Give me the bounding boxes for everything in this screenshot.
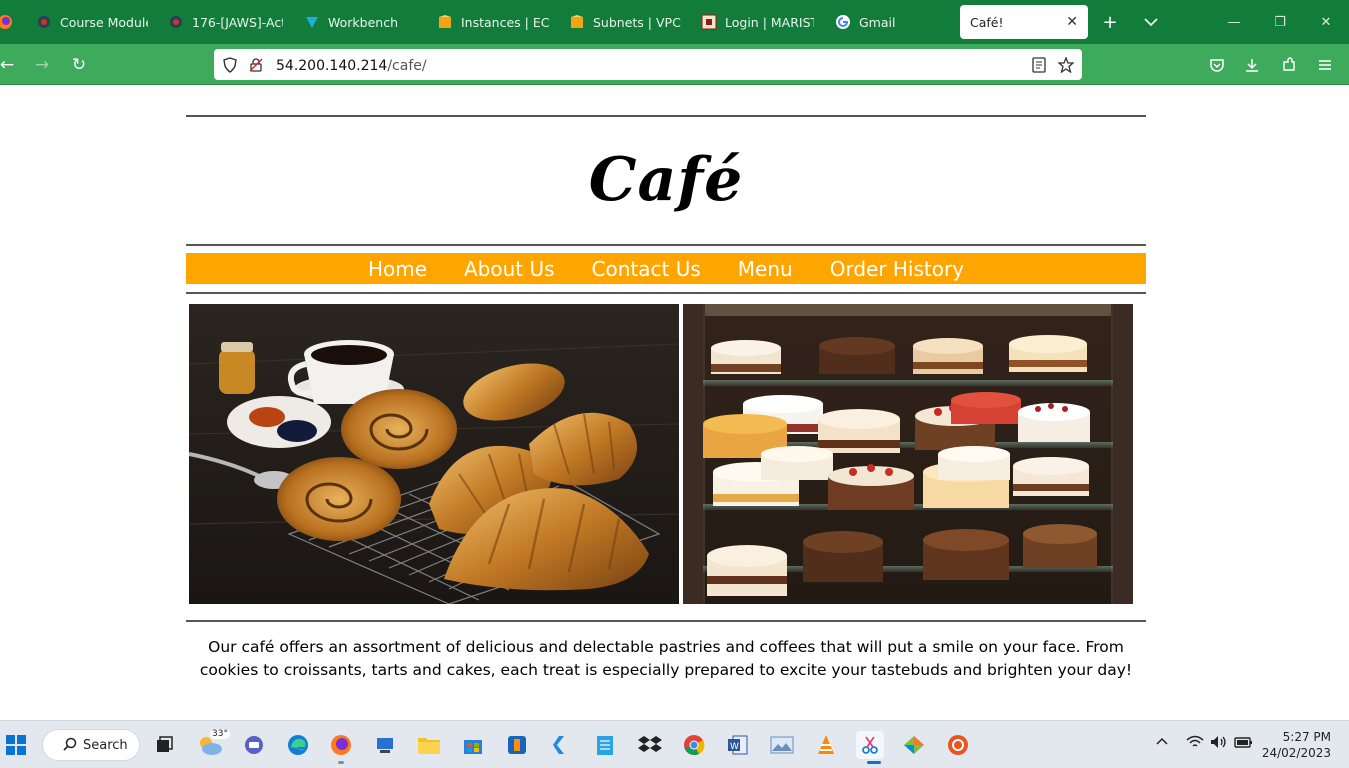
about-text: Our café offers an assortment of delicio… xyxy=(199,638,1133,679)
site-nav: Home About Us Contact Us Menu Order Hist… xyxy=(186,253,1146,284)
restore-icon[interactable]: ❐ xyxy=(1257,0,1303,44)
marist-icon xyxy=(701,14,717,30)
aws-cube-icon xyxy=(437,14,453,30)
word-icon[interactable]: W xyxy=(724,731,752,759)
tab-subnets-vpc[interactable]: Subnets | VPC M xyxy=(569,0,682,44)
chrome-icon[interactable] xyxy=(680,731,708,759)
tab-gmail[interactable]: Gmail xyxy=(835,0,945,44)
clock-time: 5:27 PM xyxy=(1282,730,1331,744)
download-icon[interactable] xyxy=(1235,44,1269,85)
chevron-down-icon xyxy=(1144,18,1158,27)
weather-temp: 33° xyxy=(210,729,230,739)
site-title: Café xyxy=(588,145,744,215)
header-bottom-rule xyxy=(186,244,1146,246)
pocket-icon[interactable] xyxy=(1200,44,1234,85)
tab-login-marist[interactable]: Login | MARIST E xyxy=(701,0,814,44)
vocareum-icon xyxy=(304,14,320,30)
nav-menu[interactable]: Menu xyxy=(738,257,793,281)
page-content: Café Home About Us Contact Us Menu Order… xyxy=(0,85,1349,720)
clock-date: 24/02/2023 xyxy=(1261,746,1331,760)
vpn-app-icon[interactable] xyxy=(503,731,531,759)
tab-workbench[interactable]: Workbench xyxy=(304,0,414,44)
insecure-lock-icon[interactable] xyxy=(248,57,266,73)
back-arrow-icon[interactable]: ← xyxy=(0,44,24,85)
header-top-rule xyxy=(186,115,1146,117)
tab-jaws-activity[interactable]: 176-[JAWS]-Activ xyxy=(168,0,283,44)
system-clock[interactable]: 5:27 PM 24/02/2023 xyxy=(1262,729,1331,761)
running-indicator xyxy=(338,761,344,764)
dropbox-icon[interactable] xyxy=(636,731,664,759)
battery-icon[interactable] xyxy=(1234,735,1254,753)
file-explorer-icon[interactable] xyxy=(415,731,443,759)
nav-about-us[interactable]: About Us xyxy=(464,257,555,281)
tab-cafe-active[interactable]: Café! ✕ xyxy=(960,5,1088,39)
close-window-icon[interactable]: ✕ xyxy=(1303,0,1349,44)
active-indicator xyxy=(867,761,881,764)
svg-text:W: W xyxy=(730,742,739,752)
nav-bottom-rule xyxy=(186,292,1146,294)
edge-icon[interactable] xyxy=(284,731,312,759)
nav-home[interactable]: Home xyxy=(368,257,427,281)
cake-display-image xyxy=(683,304,1133,604)
firefox-taskbar-icon[interactable] xyxy=(327,731,355,759)
colorful-app-icon[interactable] xyxy=(900,731,928,759)
aws-cube-icon xyxy=(569,14,585,30)
tray-expand-icon[interactable] xyxy=(1155,735,1169,750)
taskbar-search[interactable]: Search xyxy=(42,729,140,761)
firefox-icon[interactable] xyxy=(0,0,14,44)
shield-icon[interactable] xyxy=(222,56,240,73)
tab-list-button[interactable] xyxy=(1139,0,1163,44)
windows-start-icon[interactable] xyxy=(2,731,30,759)
extensions-icon[interactable] xyxy=(1272,44,1306,85)
nav-contact-us[interactable]: Contact Us xyxy=(592,257,701,281)
network-app-icon[interactable] xyxy=(371,731,399,759)
minimize-icon[interactable]: — xyxy=(1211,0,1257,44)
ubuntu-icon[interactable] xyxy=(944,731,972,759)
url-text[interactable]: 54.200.140.214/cafe/ xyxy=(276,55,427,74)
nav-order-history[interactable]: Order History xyxy=(830,257,964,281)
forward-arrow-icon[interactable]: → xyxy=(25,44,59,85)
browser-tab-bar: Course Modules 176-[JAWS]-Activ Workbenc… xyxy=(0,0,1349,44)
menu-hamburger-icon[interactable] xyxy=(1308,44,1342,85)
canvas-icon xyxy=(36,14,52,30)
pastries-coffee-image xyxy=(189,304,679,604)
reader-view-icon[interactable] xyxy=(1032,56,1046,73)
canvas-icon xyxy=(168,14,184,30)
bookmark-star-icon[interactable] xyxy=(1058,56,1074,73)
notepad-icon[interactable] xyxy=(591,731,619,759)
content-rule xyxy=(186,620,1146,622)
google-icon xyxy=(835,14,851,30)
address-bar[interactable]: 54.200.140.214/cafe/ xyxy=(214,49,1082,80)
tab-instances-ec2[interactable]: Instances | EC2 M xyxy=(437,0,550,44)
browser-nav-bar: ← → ↻ 54.200.140.214/cafe/ xyxy=(0,44,1349,85)
volume-icon[interactable] xyxy=(1210,735,1228,753)
vlc-icon[interactable] xyxy=(812,731,840,759)
windows-taskbar: Search 33° W 5:27 PM 24/02/2023 xyxy=(0,720,1349,768)
photos-icon[interactable] xyxy=(768,731,796,759)
task-view-icon[interactable] xyxy=(150,731,178,759)
search-icon xyxy=(63,737,77,755)
teams-chat-icon[interactable] xyxy=(240,731,268,759)
wifi-icon[interactable] xyxy=(1186,735,1204,753)
close-tab-icon[interactable]: ✕ xyxy=(1066,14,1078,30)
reload-icon[interactable]: ↻ xyxy=(62,44,96,85)
microsoft-store-icon[interactable] xyxy=(459,731,487,759)
snipping-tool-icon[interactable] xyxy=(856,731,884,759)
vscode-like-icon[interactable] xyxy=(547,731,575,759)
tab-course-modules[interactable]: Course Modules xyxy=(36,0,148,44)
new-tab-button[interactable]: + xyxy=(1098,0,1122,44)
